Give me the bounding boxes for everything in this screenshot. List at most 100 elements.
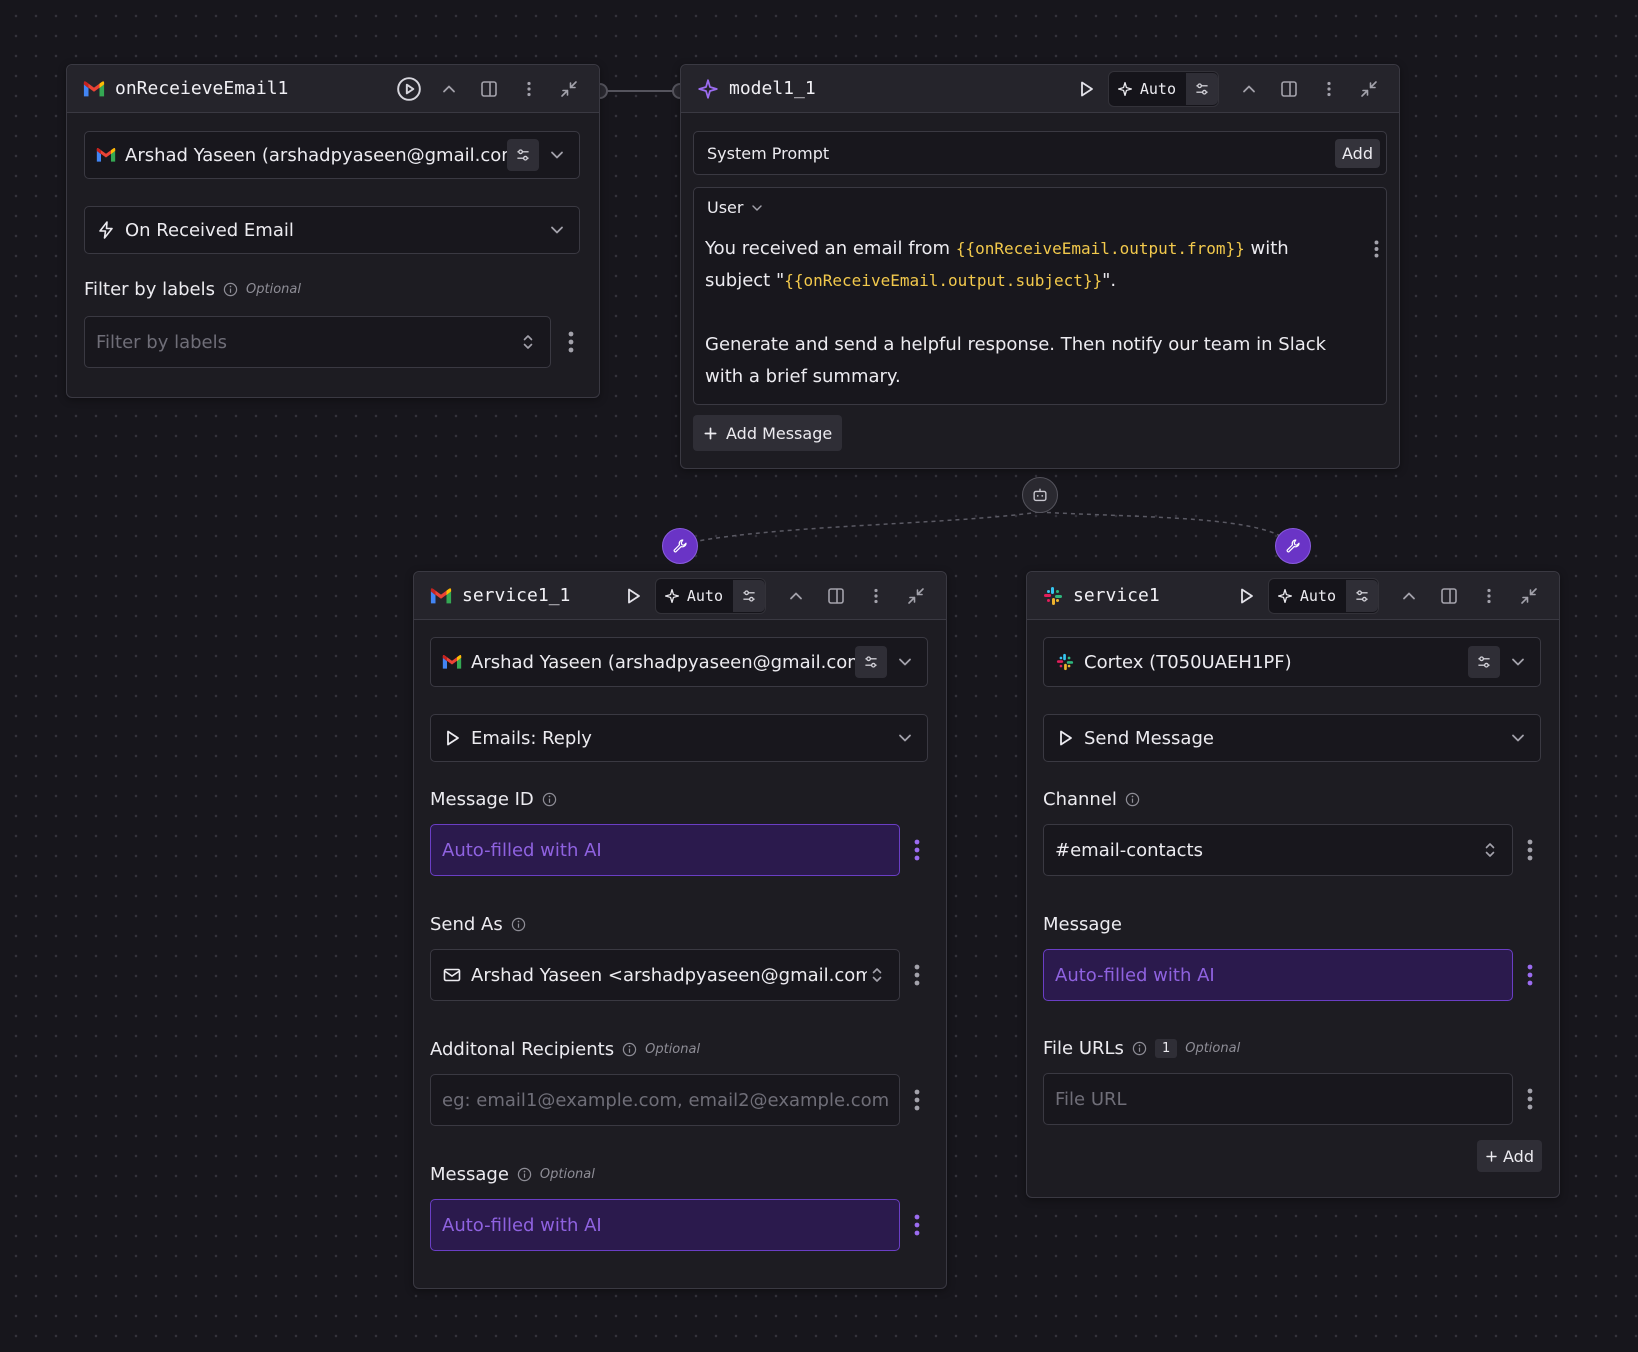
updown-icon[interactable] <box>867 965 887 985</box>
slack-service-node[interactable]: service1 Auto Cortex (T050UAEH1PF) Send … <box>1026 571 1560 1198</box>
action-value: Emails: Reply <box>471 727 592 749</box>
info-icon[interactable] <box>1132 1041 1147 1056</box>
trigger-node-header[interactable]: onReceieveEmail1 <box>67 65 599 113</box>
file-url-options-icon[interactable] <box>1520 1084 1540 1114</box>
message-options-icon[interactable] <box>907 1210 927 1240</box>
user-message-box[interactable]: User You received an email from {{onRece… <box>693 187 1387 405</box>
gmail-service-header[interactable]: service1_1 Auto <box>414 572 946 620</box>
account-value: Arshad Yaseen (arshadpyaseen@gmail.com) <box>125 144 507 166</box>
gmail-service-node[interactable]: service1_1 Auto Arshad Yaseen (arshadpya… <box>413 571 947 1289</box>
play-icon[interactable] <box>1230 580 1262 612</box>
info-icon[interactable] <box>542 792 557 807</box>
info-icon[interactable] <box>223 282 238 297</box>
chevron-up-icon[interactable] <box>1393 580 1425 612</box>
event-select[interactable]: On Received Email <box>84 206 580 254</box>
action-select[interactable]: Send Message <box>1043 714 1541 762</box>
gmail-tool-handle[interactable] <box>662 528 698 564</box>
auto-settings-button[interactable] <box>1186 72 1218 105</box>
chevron-down-icon[interactable] <box>895 728 915 748</box>
file-url-input[interactable]: File URL <box>1043 1073 1513 1125</box>
add-message-button[interactable]: Add Message <box>693 415 843 451</box>
sliders-icon <box>1194 81 1210 97</box>
panel-icon[interactable] <box>1273 73 1305 105</box>
info-icon[interactable] <box>517 1167 532 1182</box>
more-icon[interactable] <box>1313 73 1345 105</box>
account-select[interactable]: Arshad Yaseen (arshadpyaseen@gmail.com) <box>430 637 928 687</box>
message-id-options-icon[interactable] <box>907 835 927 865</box>
message-label: Message Optional <box>430 1164 595 1185</box>
account-settings-button[interactable] <box>855 646 887 678</box>
panel-icon[interactable] <box>473 73 505 105</box>
optional-tag: Optional <box>1185 1041 1241 1056</box>
send-as-label: Send As <box>430 914 526 935</box>
sliders-icon <box>863 654 879 670</box>
slack-tool-handle[interactable] <box>1275 528 1311 564</box>
chevron-down-icon[interactable] <box>895 652 915 672</box>
gmail-logo-icon <box>83 80 105 98</box>
filter-labels-select[interactable]: Filter by labels <box>84 316 551 368</box>
play-icon[interactable] <box>1070 73 1102 105</box>
account-select[interactable]: Arshad Yaseen (arshadpyaseen@gmail.com) <box>84 131 580 179</box>
message-options-icon[interactable] <box>1366 234 1386 264</box>
filter-options-icon[interactable] <box>561 327 581 357</box>
model-node-header[interactable]: model1_1 Auto <box>681 65 1399 113</box>
auto-settings-button[interactable] <box>733 579 765 612</box>
info-icon[interactable] <box>1125 792 1140 807</box>
more-icon[interactable] <box>513 73 545 105</box>
message-input[interactable]: Auto-filled with AI <box>430 1199 900 1251</box>
system-prompt-row[interactable]: System Prompt Add <box>693 131 1387 175</box>
collapse-icon[interactable] <box>1353 73 1385 105</box>
collapse-icon[interactable] <box>900 580 932 612</box>
recipients-options-icon[interactable] <box>907 1085 927 1115</box>
info-icon[interactable] <box>622 1042 637 1057</box>
role-select[interactable]: User <box>707 198 765 217</box>
slack-service-header[interactable]: service1 Auto <box>1027 572 1559 620</box>
play-icon[interactable] <box>617 580 649 612</box>
message-id-label-text: Message ID <box>430 789 534 810</box>
more-icon[interactable] <box>860 580 892 612</box>
chevron-down-icon[interactable] <box>1508 652 1528 672</box>
chevron-down-icon[interactable] <box>547 220 567 240</box>
updown-icon[interactable] <box>1480 840 1500 860</box>
channel-options-icon[interactable] <box>1520 835 1540 865</box>
auto-mode-toggle[interactable]: Auto <box>1107 70 1219 107</box>
recipients-input[interactable]: eg: email1@example.com, email2@example.c… <box>430 1074 900 1126</box>
chevron-up-icon[interactable] <box>780 580 812 612</box>
panel-icon[interactable] <box>820 580 852 612</box>
action-select[interactable]: Emails: Reply <box>430 714 928 762</box>
message-id-input[interactable]: Auto-filled with AI <box>430 824 900 876</box>
account-settings-button[interactable] <box>507 139 539 171</box>
panel-icon[interactable] <box>1433 580 1465 612</box>
sparkle-icon <box>697 78 719 100</box>
chevron-down-icon[interactable] <box>547 145 567 165</box>
channel-select[interactable]: #email-contacts <box>1043 824 1513 876</box>
run-circle-icon[interactable] <box>393 73 425 105</box>
chevron-up-icon[interactable] <box>433 73 465 105</box>
auto-mode-toggle[interactable]: Auto <box>654 577 766 614</box>
trigger-node[interactable]: onReceieveEmail1 Arshad Yaseen (arshadpy… <box>66 64 600 398</box>
message-input[interactable]: Auto-filled with AI <box>1043 949 1513 1001</box>
optional-tag: Optional <box>539 1167 595 1182</box>
message-text[interactable]: You received an email from {{onReceiveEm… <box>705 233 1345 393</box>
collapse-icon[interactable] <box>553 73 585 105</box>
auto-mode-toggle[interactable]: Auto <box>1267 577 1379 614</box>
send-as-options-icon[interactable] <box>907 960 927 990</box>
collapse-icon[interactable] <box>1513 580 1545 612</box>
workspace-settings-button[interactable] <box>1468 646 1500 678</box>
auto-settings-button[interactable] <box>1346 579 1378 612</box>
message-value: Auto-filled with AI <box>1055 964 1215 986</box>
chevron-up-icon[interactable] <box>1233 73 1265 105</box>
model-node[interactable]: model1_1 Auto System Prompt Add User You… <box>680 64 1400 469</box>
workspace-select[interactable]: Cortex (T050UAEH1PF) <box>1043 637 1541 687</box>
system-prompt-add-button[interactable]: Add <box>1335 138 1380 168</box>
tools-hub-handle[interactable] <box>1022 477 1058 513</box>
file-urls-count-badge: 1 <box>1154 1039 1178 1058</box>
add-file-url-button[interactable]: Add <box>1477 1140 1542 1172</box>
chevron-down-icon[interactable] <box>1508 728 1528 748</box>
updown-icon[interactable] <box>518 332 538 352</box>
message-options-icon[interactable] <box>1520 960 1540 990</box>
info-icon[interactable] <box>511 917 526 932</box>
filter-label-text: Filter by labels <box>84 279 216 300</box>
send-as-select[interactable]: Arshad Yaseen <arshadpyaseen@gmail.com> <box>430 949 900 1001</box>
more-icon[interactable] <box>1473 580 1505 612</box>
